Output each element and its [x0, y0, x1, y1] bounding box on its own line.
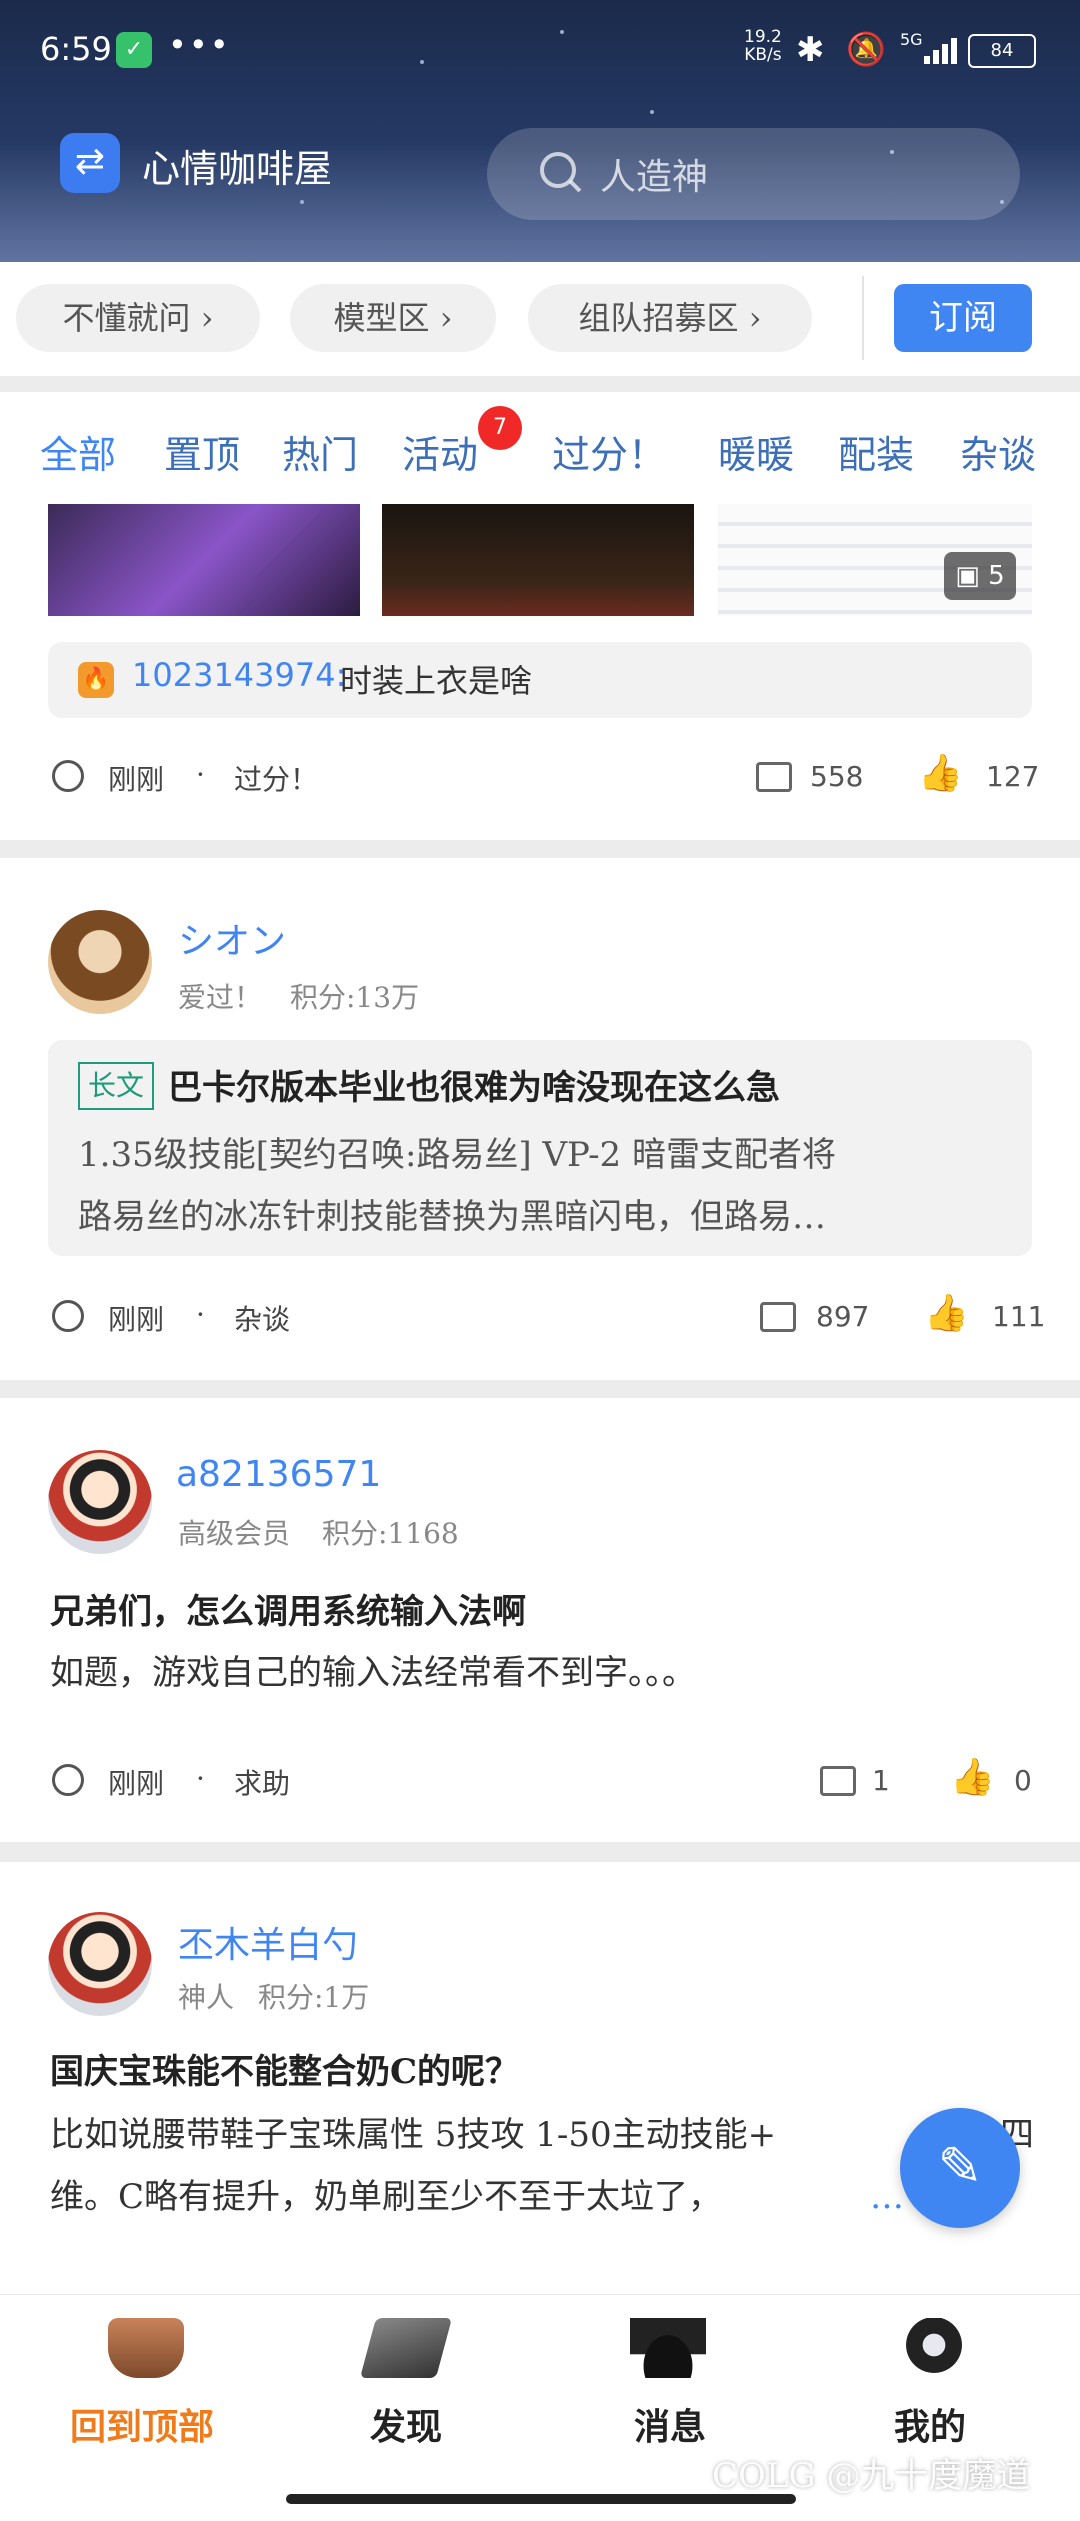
post-excerpt: 路易丝的冰冻针刺技能替换为黑暗闪电，但路易…	[78, 1197, 826, 1237]
like-icon[interactable]: 👍	[950, 1756, 995, 1798]
nav-me[interactable]: 我的	[894, 2398, 966, 2450]
clock-icon	[52, 1764, 84, 1796]
comment-icon[interactable]	[756, 762, 792, 792]
fire-icon: 🔥	[78, 662, 114, 698]
tab-events-badge: 7	[478, 406, 522, 450]
net-speed-value: 19.2	[744, 27, 782, 47]
net-speed-unit: KB/s	[744, 45, 782, 65]
watermark: COLG @九十度魔道	[712, 2456, 1031, 2496]
bluetooth-icon: ✱	[796, 30, 825, 70]
long-post-tag: 长文	[78, 1062, 155, 1110]
dot-separator: ·	[196, 758, 205, 791]
clock-icon	[52, 760, 84, 792]
like-icon[interactable]: 👍	[924, 1292, 969, 1334]
tab-builds[interactable]: 配装	[838, 424, 914, 479]
signal-icon	[924, 34, 964, 64]
like-icon[interactable]: 👍	[918, 752, 963, 794]
tab-warm[interactable]: 暖暖	[718, 424, 794, 479]
post-title: 国庆宝珠能不能整合奶C的呢？	[50, 2052, 520, 2092]
tab-events[interactable]: 活动	[402, 424, 478, 479]
divider	[862, 276, 864, 360]
ship-icon	[108, 2318, 184, 2378]
clock-icon	[52, 1300, 84, 1332]
shield-icon: ✓	[116, 32, 152, 68]
comment-count: 558	[810, 760, 864, 793]
like-count: 111	[992, 1300, 1046, 1333]
area-chip-models[interactable]: 模型区 ›	[290, 284, 496, 352]
post-title: 兄弟们，怎么调用系统输入法啊	[50, 1592, 526, 1632]
user-score: 积分:1168	[322, 1517, 459, 1550]
tab-excessive[interactable]: 过分！	[552, 424, 666, 479]
post-category[interactable]: 求助	[234, 1762, 290, 1802]
search-placeholder: 人造神	[600, 157, 709, 198]
post-category[interactable]: 杂谈	[234, 1298, 290, 1338]
area-chip-label: 不懂就问	[62, 299, 191, 337]
post-excerpt: 1.35级技能[契约召唤:路易丝] VP-2 暗雷支配者将	[78, 1135, 836, 1175]
reply-text: 时装上衣是啥	[340, 662, 533, 700]
avatar[interactable]	[48, 1450, 152, 1554]
like-count: 0	[1014, 1764, 1032, 1797]
avatar[interactable]	[48, 1912, 152, 2016]
battery-icon: 84	[968, 34, 1036, 68]
gesture-bar[interactable]	[286, 2494, 796, 2504]
comment-count: 1	[872, 1764, 890, 1797]
forum-title: 心情咖啡屋	[142, 147, 333, 191]
search-icon	[540, 152, 576, 188]
dot-separator: ·	[196, 1298, 205, 1331]
post-image[interactable]	[382, 504, 694, 616]
nav-back-to-top[interactable]: 回到顶部	[70, 2398, 214, 2450]
username[interactable]: 丕木羊白勺	[178, 1916, 358, 1968]
tab-hot[interactable]: 热门	[282, 424, 358, 479]
nav-messages[interactable]: 消息	[634, 2398, 706, 2450]
post-excerpt: 维。C略有提升，奶单刷至少不至于太垃了，	[50, 2177, 723, 2217]
avatar[interactable]	[48, 910, 152, 1014]
top-hat-icon	[630, 2318, 706, 2378]
post-time: 刚刚	[108, 763, 165, 796]
read-more[interactable]: …	[870, 2166, 904, 2228]
image-count-badge: ▣ 5	[944, 552, 1016, 600]
mute-bell-icon: 🔕	[846, 30, 886, 68]
user-level: 神人	[178, 1981, 235, 2014]
post-excerpt: 比如说腰带鞋子宝珠属性 5技攻 1-50主动技能+	[50, 2115, 777, 2155]
status-bar: 6:59 ✓ ••• 19.2 KB/s ✱ 🔕 5G 84	[0, 0, 1080, 100]
net-speed: 19.2 KB/s	[744, 28, 782, 64]
nav-discover[interactable]: 发现	[370, 2398, 442, 2450]
post-time: 刚刚	[108, 1303, 165, 1336]
post-time: 刚刚	[108, 1767, 165, 1800]
like-count: 127	[986, 760, 1040, 793]
comment-icon[interactable]	[760, 1302, 796, 1332]
area-chip-questions[interactable]: 不懂就问 ›	[16, 284, 260, 352]
reply-user[interactable]: 1023143974:	[132, 656, 346, 694]
comment-count: 897	[816, 1300, 870, 1333]
edit-icon: ✎	[937, 2135, 983, 2198]
user-score: 积分:1万	[258, 1981, 370, 2014]
username[interactable]: a82136571	[176, 1454, 381, 1495]
area-chip-recruit[interactable]: 组队招募区 ›	[528, 284, 812, 352]
dot-separator: ·	[196, 1762, 205, 1795]
username[interactable]: シオン	[178, 912, 286, 964]
user-level: 高级会员	[178, 1517, 291, 1550]
status-time: 6:59	[40, 30, 112, 68]
tab-all[interactable]: 全部	[40, 424, 116, 479]
comment-icon[interactable]	[820, 1766, 856, 1796]
tab-chat[interactable]: 杂谈	[960, 424, 1036, 479]
network-type: 5G	[900, 30, 923, 49]
post-title: 巴卡尔版本毕业也很难为啥没现在这么急	[168, 1068, 780, 1108]
user-score: 积分:13万	[290, 981, 420, 1014]
area-chip-label: 组队招募区	[578, 299, 739, 337]
tab-pinned[interactable]: 置顶	[164, 424, 240, 479]
subscribe-button[interactable]: 订阅	[894, 284, 1032, 352]
area-chip-label: 模型区	[333, 299, 430, 337]
more-notifications-icon: •••	[168, 26, 231, 64]
compose-button[interactable]: ✎	[900, 2108, 1020, 2228]
category-tabs	[0, 392, 1080, 504]
discover-icon	[359, 2318, 453, 2378]
profile-avatar-icon	[896, 2318, 972, 2378]
switch-forum-icon[interactable]: ⇄	[60, 133, 120, 193]
post-image[interactable]	[48, 504, 360, 616]
image-count: 5	[988, 561, 1005, 591]
user-level: 爱过！	[178, 981, 263, 1014]
post-category[interactable]: 过分！	[234, 758, 318, 798]
post-excerpt: 如题，游戏自己的输入法经常看不到字。。。	[50, 1653, 696, 1693]
